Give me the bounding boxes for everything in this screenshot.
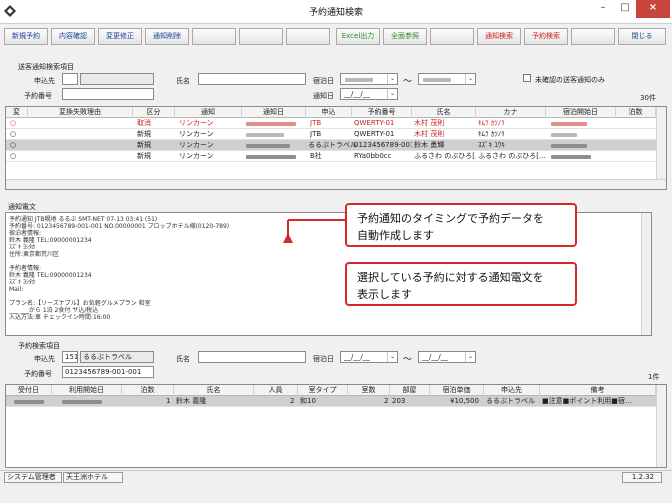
- col-room-type[interactable]: 室タイプ: [298, 385, 348, 396]
- booking-no-input[interactable]: [62, 88, 154, 100]
- title-bar: 予約通知検索 – □ ×: [0, 0, 672, 24]
- col-type[interactable]: 区分: [133, 107, 175, 118]
- notice-table-vscroll[interactable]: [656, 107, 666, 179]
- chevron-down-icon: ⌄: [387, 74, 397, 84]
- col-people[interactable]: 人員: [254, 385, 298, 396]
- name-input[interactable]: [198, 73, 306, 85]
- col-company-b[interactable]: 申込先: [484, 385, 540, 396]
- empty-button-5[interactable]: [571, 28, 615, 45]
- notice-search-label: 送客通知検索項目: [18, 63, 74, 71]
- stay-date-label: 宿泊日: [313, 77, 334, 85]
- notice-count: 30件: [640, 94, 656, 102]
- notice-table-header: 変 変換失敗理由 区分 通知 通知日 申込 予約番号 氏名 カナ 宿泊開始日 泊…: [6, 107, 666, 118]
- col-notice[interactable]: 通知: [175, 107, 242, 118]
- check-content-button[interactable]: 内容確認: [51, 28, 95, 45]
- col-booking-no[interactable]: 予約番号: [352, 107, 412, 118]
- col-stay-start[interactable]: 宿泊開始日: [546, 107, 616, 118]
- close-button[interactable]: 閉じる: [618, 28, 666, 45]
- col-change[interactable]: 変: [6, 107, 28, 118]
- booking-customer-code-input[interactable]: 151: [62, 351, 78, 363]
- booking-customer-name: るるぶトラベル: [80, 351, 154, 363]
- col-start-date[interactable]: 利用開始日: [52, 385, 122, 396]
- unconfirmed-only-label: 未確認の送客通知のみ: [535, 76, 605, 84]
- customer-label: 申込先: [34, 77, 55, 85]
- col-reason[interactable]: 変換失敗理由: [28, 107, 133, 118]
- notice-table: 変 変換失敗理由 区分 通知 通知日 申込 予約番号 氏名 カナ 宿泊開始日 泊…: [5, 106, 667, 190]
- minimize-button[interactable]: –: [592, 0, 614, 18]
- col-nights[interactable]: 泊数: [616, 107, 656, 118]
- booking-stay-from-select[interactable]: __/__/__ ⌄: [340, 351, 398, 363]
- customer-name-display: [80, 73, 154, 85]
- col-notice-date[interactable]: 通知日: [242, 107, 306, 118]
- customer-code-input[interactable]: [62, 73, 78, 85]
- booking-name-input[interactable]: [198, 351, 306, 363]
- tilde-label: ～: [403, 77, 413, 87]
- booking-name-label: 氏名: [176, 355, 190, 363]
- window-title: 予約通知検索: [308, 8, 363, 18]
- chevron-down-icon: ⌄: [387, 89, 397, 99]
- name-label: 氏名: [176, 77, 190, 85]
- stay-date-from-select[interactable]: ⌄: [340, 73, 398, 85]
- table-row-selected[interactable]: ○ 新規 リンカーン るるぶトラベル 0123456789-001… 鈴木 勇輝…: [6, 140, 666, 151]
- new-booking-button[interactable]: 新規予約: [4, 28, 48, 45]
- close-window-button[interactable]: ×: [636, 0, 670, 18]
- booking-table-header: 受付日 利用開始日 泊数 氏名 人員 室タイプ 室数 部屋 宿泊単価 申込先 備…: [6, 385, 666, 396]
- status-user: システム管理者: [4, 472, 62, 483]
- chevron-down-icon: ⌄: [465, 74, 475, 84]
- mail-text-vscroll[interactable]: [641, 213, 651, 335]
- stay-date-to-select[interactable]: ⌄: [418, 73, 476, 85]
- toolbar: 新規予約 内容確認 変更修正 通知削除 Excel出力 全面参照 通知検索 予約…: [0, 28, 672, 46]
- table-row[interactable]: ○ 取消 リンカーン JTB QWERTY-01 木村 茂則 ｷﾑﾗ ｶﾂﾉﾘ: [6, 118, 666, 129]
- unconfirmed-only-checkbox[interactable]: [523, 74, 531, 82]
- maximize-button[interactable]: □: [614, 0, 636, 18]
- col-company[interactable]: 申込: [306, 107, 352, 118]
- callout-arrow: [283, 219, 346, 243]
- delete-notice-button[interactable]: 通知削除: [145, 28, 189, 45]
- notice-search-button[interactable]: 通知検索: [477, 28, 521, 45]
- col-name[interactable]: 氏名: [412, 107, 476, 118]
- empty-button-4[interactable]: [430, 28, 474, 45]
- modify-button[interactable]: 変更修正: [98, 28, 142, 45]
- callout-auto-create: 予約通知のタイミングで予約データを 自動作成します: [345, 203, 577, 247]
- col-rooms[interactable]: 室数: [348, 385, 390, 396]
- table-row[interactable]: ○ 新規 リンカーン B社 RYa0bb0cc ふるさわ のぶひろ[… ふるさわ…: [6, 151, 666, 162]
- booking-tilde: ～: [403, 355, 413, 365]
- table-row-selected[interactable]: 1 鈴木 義隆 2 和10 2 203 ¥10,500 るるぶトラベル ■注意■…: [6, 396, 666, 407]
- empty-button-1[interactable]: [192, 28, 236, 45]
- status-bar: システム管理者 天王洲ホテル 1.2.32: [0, 470, 672, 483]
- booking-table-vscroll[interactable]: [656, 385, 666, 467]
- booking-count: 1件: [648, 373, 660, 381]
- notice-date-select[interactable]: __/__/__ ⌄: [340, 88, 398, 100]
- booking-no-label: 予約番号: [24, 92, 52, 100]
- status-hotel: 天王洲ホテル: [63, 472, 123, 483]
- booking-search-label: 予約検索項目: [18, 342, 60, 350]
- col-room[interactable]: 部屋: [390, 385, 430, 396]
- booking-table: 受付日 利用開始日 泊数 氏名 人員 室タイプ 室数 部屋 宿泊単価 申込先 備…: [5, 384, 667, 468]
- col-note[interactable]: 備考: [540, 385, 656, 396]
- booking-stay-to-select[interactable]: __/__/__ ⌄: [418, 351, 476, 363]
- empty-button-3[interactable]: [286, 28, 330, 45]
- booking-stay-date-label: 宿泊日: [313, 355, 334, 363]
- booking-no-input-2[interactable]: 0123456789-001-001: [62, 366, 154, 378]
- notice-date-label: 通知日: [313, 92, 334, 100]
- booking-customer-label: 申込先: [34, 355, 55, 363]
- chevron-down-icon: ⌄: [465, 352, 475, 362]
- col-kana[interactable]: カナ: [476, 107, 546, 118]
- status-version: 1.2.32: [622, 472, 662, 483]
- chevron-down-icon: ⌄: [387, 352, 397, 362]
- mail-text-label: 通知電文: [8, 203, 36, 211]
- col-received[interactable]: 受付日: [6, 385, 52, 396]
- table-row[interactable]: ○ 新規 リンカーン JTB QWERTY-01 木村 茂則 ｷﾑﾗ ｶﾂﾉﾘ: [6, 129, 666, 140]
- col-nights-b[interactable]: 泊数: [122, 385, 174, 396]
- full-view-button[interactable]: 全面参照: [383, 28, 427, 45]
- callout-show-mail: 選択している予約に対する通知電文を 表示します: [345, 262, 577, 306]
- notice-table-hscroll[interactable]: [6, 179, 666, 189]
- excel-export-button[interactable]: Excel出力: [336, 28, 380, 45]
- empty-button-2[interactable]: [239, 28, 283, 45]
- booking-no-label-2: 予約番号: [24, 370, 52, 378]
- col-name-b[interactable]: 氏名: [174, 385, 254, 396]
- booking-search-button[interactable]: 予約検索: [524, 28, 568, 45]
- col-price[interactable]: 宿泊単価: [430, 385, 484, 396]
